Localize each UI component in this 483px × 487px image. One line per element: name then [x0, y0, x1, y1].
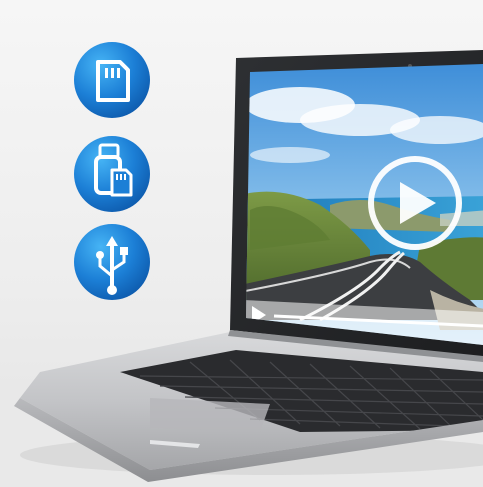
sd-card-icon — [74, 42, 150, 118]
usb-drive-with-microsd-icon — [74, 136, 150, 212]
product-scene — [0, 0, 483, 487]
scene-illustration — [0, 0, 483, 487]
usb-symbol-icon — [74, 224, 150, 300]
screen-video — [246, 64, 483, 345]
trackpad — [150, 398, 270, 432]
